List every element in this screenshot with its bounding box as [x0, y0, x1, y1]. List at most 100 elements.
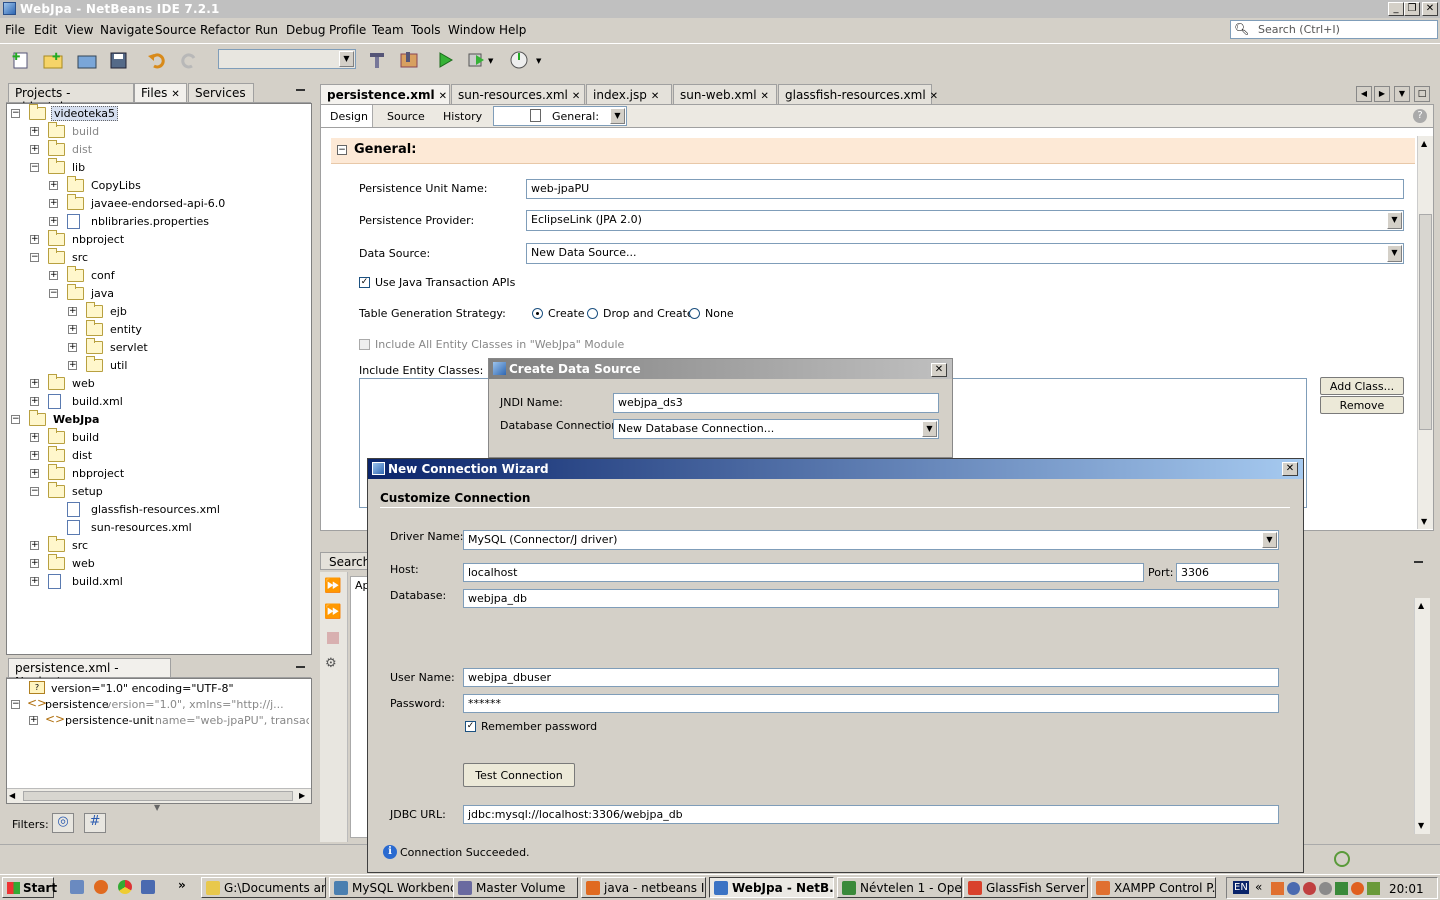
- menu-window[interactable]: Window: [448, 23, 495, 37]
- provider-select[interactable]: EclipseLink (JPA 2.0) ▼: [526, 210, 1404, 231]
- general-section-header[interactable]: − General:: [331, 138, 1415, 164]
- scroll-right-icon[interactable]: ▶: [299, 791, 305, 800]
- file-tree[interactable]: − videoteka5 + build + dist − lib + CopyLibs + java…: [6, 103, 312, 655]
- database-input[interactable]: webjpa_db: [463, 589, 1279, 608]
- tree-item[interactable]: + build.xml: [7, 573, 307, 591]
- tab-design[interactable]: Design: [321, 105, 373, 127]
- tab-index-jsp[interactable]: index.jsp ✕: [586, 84, 672, 104]
- menu-source[interactable]: Source: [155, 23, 196, 37]
- config-combo[interactable]: ▼: [218, 49, 356, 69]
- scroll-up-icon[interactable]: ▲: [1421, 139, 1427, 148]
- tree-item[interactable]: + servlet: [7, 338, 307, 357]
- taskbar-button[interactable]: java - netbeans I...: [581, 877, 706, 898]
- tab-glassfish-resources-xml[interactable]: glassfish-resources.xml ✕: [778, 84, 938, 104]
- tray-network-icon[interactable]: [1319, 882, 1332, 895]
- db-connection-select[interactable]: New Database Connection... ▼: [613, 419, 939, 439]
- port-input[interactable]: 3306: [1176, 563, 1279, 582]
- jndi-input[interactable]: webjpa_ds3: [613, 393, 939, 413]
- scrollbar-thumb[interactable]: [1419, 214, 1432, 430]
- quicklaunch-desktop-icon[interactable]: [70, 880, 84, 894]
- expand-icon[interactable]: +: [49, 181, 58, 190]
- collapse-icon[interactable]: −: [30, 487, 39, 496]
- menu-team[interactable]: Team: [372, 23, 404, 37]
- tray-steam-icon[interactable]: [1287, 882, 1300, 895]
- expand-icon[interactable]: +: [30, 469, 39, 478]
- language-indicator[interactable]: EN: [1233, 881, 1249, 894]
- tree-item[interactable]: − setup: [7, 482, 307, 501]
- menu-tools[interactable]: Tools: [411, 23, 441, 37]
- tab-history[interactable]: History: [443, 110, 482, 123]
- expand-icon[interactable]: +: [30, 235, 39, 244]
- tree-item[interactable]: + nbproject: [7, 230, 307, 249]
- tab-sun-resources-xml[interactable]: sun-resources.xml ✕: [451, 84, 585, 104]
- open-project-icon[interactable]: [76, 50, 98, 70]
- new-project-icon[interactable]: ✚: [42, 50, 64, 70]
- tab-services[interactable]: Services: [188, 83, 254, 102]
- tray-app-icon[interactable]: [1351, 882, 1364, 895]
- expand-icon[interactable]: +: [49, 199, 58, 208]
- output-scrollbar[interactable]: ▲ ▼: [1414, 598, 1430, 834]
- tree-item[interactable]: + ejb: [7, 302, 307, 321]
- close-tab-icon[interactable]: ✕: [439, 91, 447, 102]
- host-input[interactable]: localhost: [463, 563, 1144, 582]
- close-dialog-button[interactable]: ✕: [931, 363, 947, 377]
- clean-build-icon[interactable]: [398, 50, 420, 70]
- expand-icon[interactable]: +: [30, 559, 39, 568]
- expand-icon[interactable]: +: [68, 325, 77, 334]
- redo-icon[interactable]: [178, 50, 200, 70]
- tree-item[interactable]: + util: [7, 356, 307, 375]
- minimize-panel-icon[interactable]: [1414, 561, 1423, 563]
- test-connection-button[interactable]: Test Connection: [463, 763, 575, 787]
- tab-persistence-xml[interactable]: persistence.xml ✕: [320, 84, 450, 104]
- tray-monitor-icon[interactable]: [1335, 882, 1348, 895]
- collapse-icon[interactable]: −: [11, 700, 20, 709]
- menu-refactor[interactable]: Refactor: [200, 23, 250, 37]
- menu-run[interactable]: Run: [255, 23, 278, 37]
- remove-button[interactable]: Remove: [1320, 396, 1404, 414]
- splitter-handle-icon[interactable]: ▼: [154, 803, 160, 812]
- tab-sun-web-xml[interactable]: sun-web.xml ✕: [673, 84, 777, 104]
- expand-icon[interactable]: +: [30, 397, 39, 406]
- tree-item[interactable]: − lib: [7, 158, 307, 177]
- radio-none[interactable]: [689, 308, 700, 319]
- remember-password-checkbox[interactable]: ✓: [465, 721, 476, 732]
- username-input[interactable]: webjpa_dbuser: [463, 668, 1279, 687]
- run-icon[interactable]: [434, 50, 456, 70]
- quicklaunch-app-icon[interactable]: [141, 880, 155, 894]
- navigator-tree[interactable]: ? version="1.0" encoding="UTF-8" − <> pe…: [6, 678, 312, 804]
- horizontal-scrollbar[interactable]: ◀ ▶: [7, 788, 311, 803]
- expand-icon[interactable]: +: [68, 361, 77, 370]
- tree-item[interactable]: − videoteka5: [7, 104, 307, 123]
- section-combo[interactable]: General: ▼: [493, 106, 627, 126]
- expand-icon[interactable]: +: [68, 307, 77, 316]
- tab-files[interactable]: Files ✕: [134, 83, 187, 102]
- taskbar-button[interactable]: MySQL Workbench: [329, 877, 454, 898]
- menu-profile[interactable]: Profile: [329, 23, 366, 37]
- tray-app-icon[interactable]: [1303, 882, 1316, 895]
- rerun-icon[interactable]: ⏩: [324, 578, 341, 594]
- tab-projects[interactable]: Projects - videoteka: [8, 83, 134, 114]
- scroll-down-icon[interactable]: ▼: [1418, 821, 1424, 830]
- filter-fields-icon[interactable]: #: [84, 813, 106, 833]
- menu-debug[interactable]: Debug: [286, 23, 325, 37]
- save-all-icon[interactable]: [108, 50, 130, 70]
- scrollbar-thumb[interactable]: [23, 791, 293, 801]
- scroll-tabs-left-icon[interactable]: ◀: [1356, 86, 1372, 102]
- collapse-icon[interactable]: −: [11, 109, 20, 118]
- expand-icon[interactable]: +: [30, 541, 39, 550]
- tab-navigator[interactable]: persistence.xml - Navigator✕: [8, 658, 171, 689]
- navigator-row[interactable]: + <> persistence-unit name="web-jpaPU", …: [29, 712, 309, 730]
- new-file-icon[interactable]: ✚: [10, 50, 32, 70]
- filter-show-inherited-icon[interactable]: ◎: [52, 813, 74, 833]
- menu-edit[interactable]: Edit: [34, 23, 57, 37]
- collapse-icon[interactable]: −: [30, 253, 39, 262]
- expand-icon[interactable]: +: [30, 127, 39, 136]
- expand-icon[interactable]: +: [30, 433, 39, 442]
- expand-icon[interactable]: +: [68, 343, 77, 352]
- tree-item[interactable]: + build: [7, 428, 307, 447]
- tree-item[interactable]: + dist: [7, 446, 307, 465]
- collapse-icon[interactable]: −: [30, 163, 39, 172]
- tab-search[interactable]: Search: [320, 552, 370, 570]
- run-next-icon[interactable]: ⏩: [324, 604, 341, 620]
- radio-drop-and-create[interactable]: [587, 308, 598, 319]
